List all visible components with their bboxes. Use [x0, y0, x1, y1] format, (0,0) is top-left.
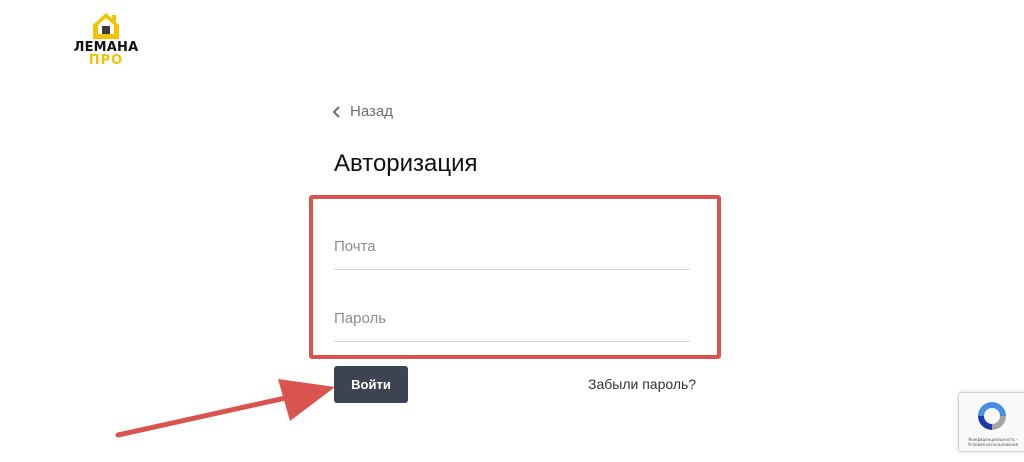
recaptcha-icon [978, 402, 1006, 430]
password-input[interactable] [334, 304, 690, 342]
recaptcha-text[interactable]: Конфиденциальность - Условия использован… [963, 437, 1023, 447]
back-link[interactable]: Назад [330, 103, 393, 120]
forgot-password-link[interactable]: Забыли пароль? [588, 376, 696, 392]
password-field-wrapper [334, 304, 690, 342]
brand-name-line2: ПРО [88, 53, 124, 68]
page-title: Авторизация [334, 150, 478, 177]
brand-logo[interactable]: ЛЕМАНА ПРО [70, 12, 142, 68]
recaptcha-badge[interactable]: Конфиденциальность - Условия использован… [958, 392, 1024, 452]
annotation-arrow [115, 379, 335, 438]
back-link-label: Назад [350, 103, 393, 120]
chevron-left-icon [332, 105, 340, 118]
house-logo-icon [93, 13, 119, 39]
login-page: ЛЕМАНА ПРО Назад Авторизация Войти Забыл… [0, 0, 1024, 462]
login-button[interactable]: Войти [334, 366, 408, 403]
email-field-wrapper [334, 232, 690, 270]
email-input[interactable] [334, 232, 690, 270]
